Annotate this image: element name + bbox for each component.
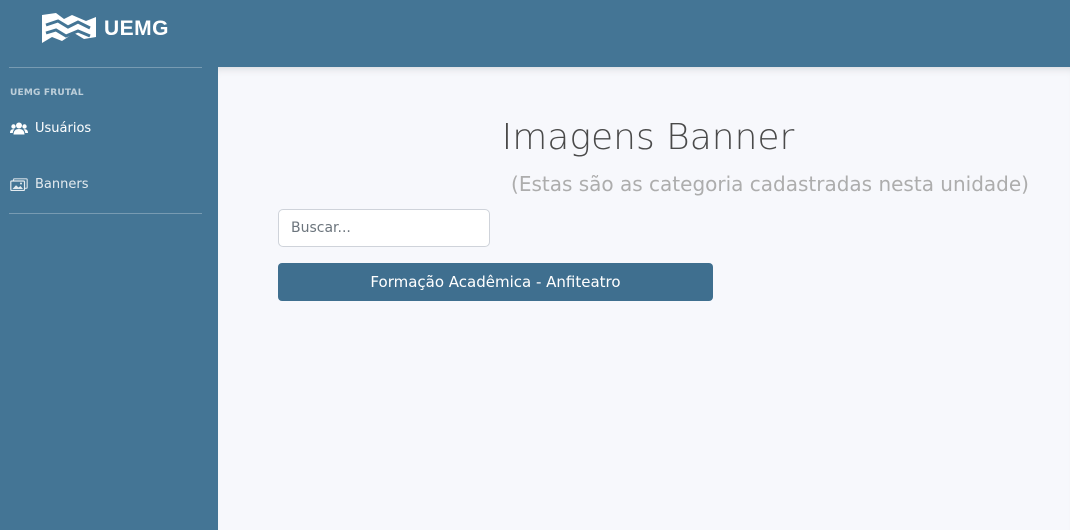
uemg-wave-logo-icon (42, 13, 96, 43)
sidebar (0, 67, 218, 530)
brand-name: UEMG (104, 17, 169, 40)
page-title: Imagens Banner (501, 117, 795, 158)
images-icon (10, 178, 28, 191)
sidebar-item-label: Usuários (35, 121, 92, 136)
sidebar-divider-bottom (9, 213, 202, 214)
sidebar-item-banners[interactable]: Banners (10, 177, 88, 192)
brand[interactable]: UEMG (40, 8, 169, 50)
sidebar-section-heading: UEMG FRUTAL (10, 88, 84, 98)
category-button[interactable]: Formação Acadêmica - Anfiteatro (278, 263, 713, 301)
users-icon (10, 122, 28, 135)
page-subtitle: (Estas são as categoria cadastradas nest… (511, 172, 1029, 196)
sidebar-item-usuarios[interactable]: Usuários (10, 121, 91, 136)
sidebar-divider-top (9, 67, 202, 68)
search-input[interactable] (278, 209, 490, 247)
sidebar-item-label: Banners (35, 177, 89, 192)
